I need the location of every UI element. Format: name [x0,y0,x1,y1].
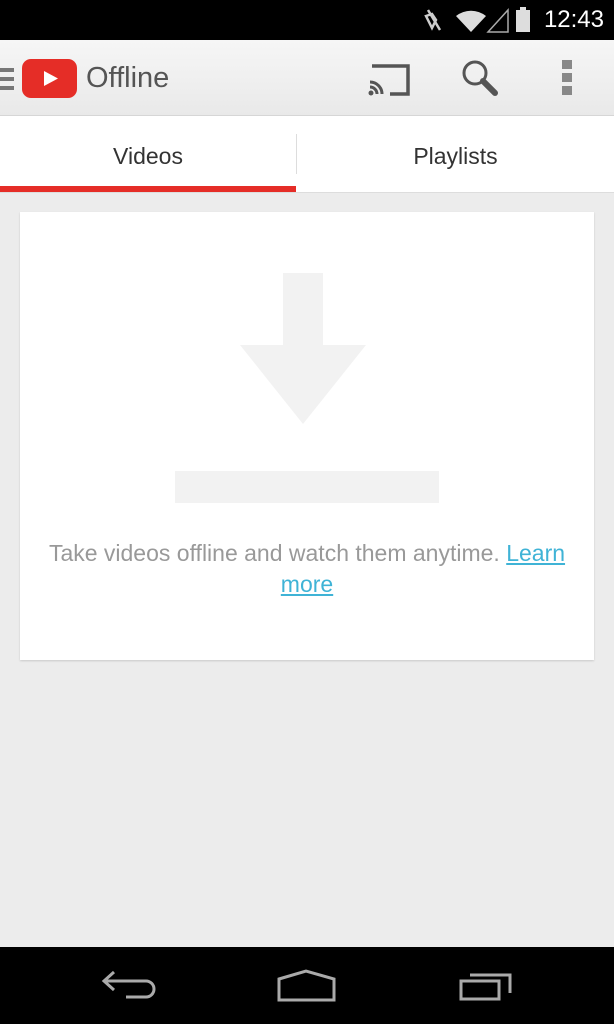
empty-state-card: Take videos offline and watch them anyti… [20,212,594,660]
search-icon[interactable] [460,58,500,98]
action-bar: Offline [0,40,614,116]
home-icon[interactable] [276,969,338,1003]
tab-bar: Videos Playlists [0,116,614,193]
wifi-icon [456,10,486,32]
page-title: Offline [86,62,170,94]
overflow-menu-icon[interactable] [562,60,574,96]
empty-state-message: Take videos offline and watch them anyti… [20,538,594,600]
youtube-logo[interactable] [22,59,78,99]
empty-state-text: Take videos offline and watch them anyti… [48,540,500,566]
status-icons [424,7,530,33]
recents-icon[interactable] [458,969,516,1003]
clock: 12:43 [543,6,604,33]
mute-icon [424,9,442,31]
navigation-bar [0,947,614,1024]
menu-icon[interactable] [0,66,16,92]
tab-playlists[interactable]: Playlists [297,116,614,192]
tab-videos[interactable]: Videos [0,116,296,192]
battery-icon [516,7,530,32]
download-icon [175,273,439,503]
back-icon[interactable] [100,969,158,1003]
cast-icon[interactable] [366,62,412,98]
signal-icon [486,8,509,33]
status-bar: 12:43 [0,0,614,40]
